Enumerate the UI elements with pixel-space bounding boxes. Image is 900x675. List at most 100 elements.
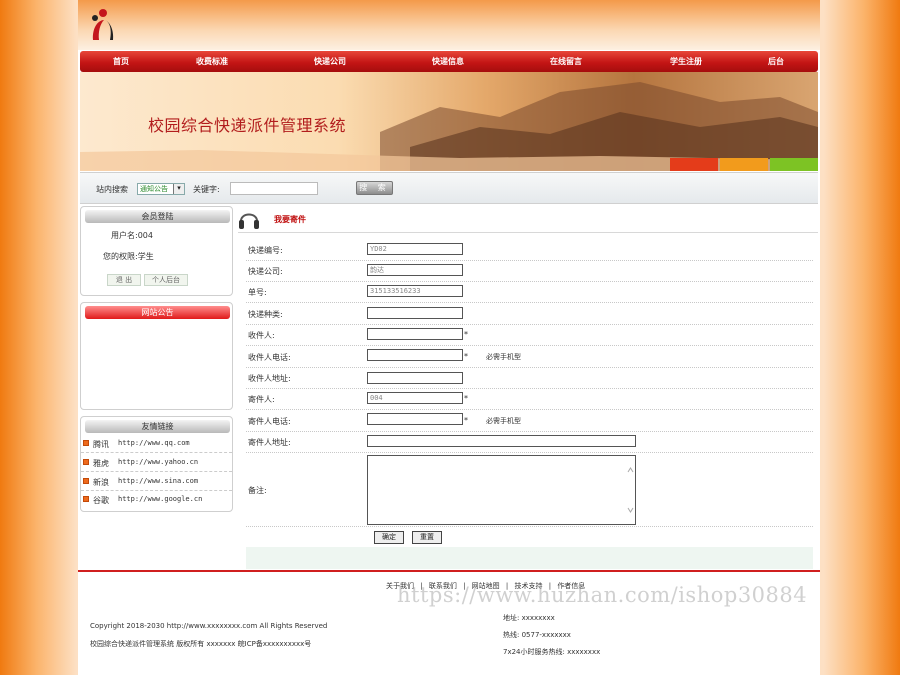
search-bar: 站内搜索 通知公告 ▾ 关键字: 搜 索 <box>80 172 818 204</box>
receiver-addr-input[interactable] <box>367 372 463 384</box>
receiver-phone-input[interactable] <box>367 349 463 361</box>
nav-companies[interactable]: 快递公司 <box>314 51 346 72</box>
scrollbar[interactable] <box>626 456 635 524</box>
express-type-input[interactable] <box>367 307 463 319</box>
company-input[interactable]: 韵达 <box>367 264 463 276</box>
top-header <box>78 0 820 50</box>
nav-fees[interactable]: 收费标准 <box>196 51 228 72</box>
remark-label: 备注: <box>248 486 267 495</box>
chevron-down-icon: ▾ <box>173 184 184 194</box>
scroll-arrows-icon <box>627 467 634 513</box>
login-panel-header: 会员登陆 <box>85 210 230 223</box>
required-mark: * <box>464 352 468 361</box>
bullet-icon <box>83 459 89 465</box>
watermark: https://www.huzhan.com/ishop30884 <box>397 583 808 607</box>
category-select[interactable]: 通知公告 ▾ <box>137 183 185 195</box>
phone-hint: 必需手机型 <box>486 353 521 361</box>
hotline-text: 热线: 0577-xxxxxxx <box>503 631 571 639</box>
form-row-sender-phone: 寄件人电话: * 必需手机型 <box>246 410 813 432</box>
express-no-label: 快递编号: <box>248 246 283 255</box>
service-hotline-text: 7x24小时服务热线: xxxxxxxx <box>503 648 601 656</box>
username-text: 用户名:004 <box>111 231 153 240</box>
banner: 校园综合快递派件管理系统 <box>80 72 818 171</box>
site-search-label: 站内搜索 <box>96 185 128 194</box>
express-type-label: 快递种类: <box>248 310 283 319</box>
nav-express-info[interactable]: 快递信息 <box>432 51 464 72</box>
page-container: 首页 收费标准 快递公司 快递信息 在线留言 学生注册 后台 校园综合快递派件管… <box>78 0 820 675</box>
required-mark: * <box>464 394 468 403</box>
receiver-label: 收件人: <box>248 331 275 340</box>
link-url[interactable]: http://www.sina.com <box>118 477 198 485</box>
headphones-icon <box>239 213 259 229</box>
divider <box>238 232 818 233</box>
copyright-text: Copyright 2018-2030 http://www.xxxxxxxx.… <box>90 622 328 630</box>
sender-phone-label: 寄件人电话: <box>248 417 291 426</box>
bullet-icon <box>83 478 89 484</box>
role-text: 您的权限:学生 <box>103 252 154 261</box>
logout-button[interactable]: 退 出 <box>107 274 141 286</box>
nav-message[interactable]: 在线留言 <box>550 51 582 72</box>
link-url[interactable]: http://www.yahoo.cn <box>118 458 198 466</box>
list-item[interactable]: 谷歌 http://www.google.cn <box>81 491 232 509</box>
form-row-receiver: 收件人: * <box>246 325 813 346</box>
system-title: 校园综合快递派件管理系统 <box>148 116 347 135</box>
form-row-sender-addr: 寄件人地址: <box>246 432 813 453</box>
address-text: 地址: xxxxxxxx <box>503 614 555 622</box>
notice-panel-header: 网站公告 <box>85 306 230 319</box>
sender-addr-input[interactable] <box>367 435 636 447</box>
page-title: 我要寄件 <box>274 215 306 224</box>
link-url[interactable]: http://www.google.cn <box>118 495 202 503</box>
form-row-remark: 备注: <box>246 453 813 527</box>
required-mark: * <box>464 330 468 339</box>
form-footer-strip <box>246 547 813 569</box>
form-row-company: 快递公司: 韵达 <box>246 261 813 282</box>
required-mark: * <box>464 416 468 425</box>
search-button[interactable]: 搜 索 <box>356 181 393 195</box>
bullet-icon <box>83 440 89 446</box>
nav-admin[interactable]: 后台 <box>768 51 784 72</box>
order-no-input[interactable]: 315133516233 <box>367 285 463 297</box>
logo-icon <box>92 9 114 40</box>
order-no-label: 单号: <box>248 288 267 297</box>
list-item[interactable]: 雅虎 http://www.yahoo.cn <box>81 454 232 472</box>
sender-phone-input[interactable] <box>367 413 463 425</box>
form-row-order-no: 单号: 315133516233 <box>246 282 813 303</box>
notice-panel: 网站公告 <box>80 302 233 410</box>
receiver-addr-label: 收件人地址: <box>248 374 291 383</box>
phone-hint: 必需手机型 <box>486 417 521 425</box>
company-label: 快递公司: <box>248 267 283 276</box>
sender-addr-label: 寄件人地址: <box>248 438 291 447</box>
receiver-input[interactable] <box>367 328 463 340</box>
remark-textarea[interactable] <box>367 455 636 525</box>
link-name[interactable]: 谷歌 <box>93 495 109 506</box>
reset-button[interactable]: 重置 <box>412 531 442 544</box>
links-panel: 友情链接 腾讯 http://www.qq.com 雅虎 http://www.… <box>80 416 233 512</box>
form-row-express-type: 快递种类: <box>246 303 813 325</box>
keyword-input[interactable] <box>230 182 318 195</box>
nav-register[interactable]: 学生注册 <box>670 51 702 72</box>
login-panel: 会员登陆 用户名:004 您的权限:学生 退 出 个人后台 <box>80 206 233 296</box>
list-item[interactable]: 腾讯 http://www.qq.com <box>81 435 232 453</box>
link-name[interactable]: 雅虎 <box>93 458 109 469</box>
receiver-phone-label: 收件人电话: <box>248 353 291 362</box>
personal-center-button[interactable]: 个人后台 <box>144 274 188 286</box>
nav-home[interactable]: 首页 <box>113 51 129 72</box>
form-row-receiver-addr: 收件人地址: <box>246 368 813 389</box>
link-name[interactable]: 腾讯 <box>93 439 109 450</box>
link-name[interactable]: 新浪 <box>93 477 109 488</box>
keyword-label: 关键字: <box>193 185 220 194</box>
form-row-express-no: 快递编号: YD02 <box>246 240 813 261</box>
submit-button[interactable]: 确定 <box>374 531 404 544</box>
links-panel-header: 友情链接 <box>85 420 230 433</box>
form-row-receiver-phone: 收件人电话: * 必需手机型 <box>246 346 813 368</box>
sender-input[interactable]: 004 <box>367 392 463 404</box>
link-url[interactable]: http://www.qq.com <box>118 439 190 447</box>
express-no-input[interactable]: YD02 <box>367 243 463 255</box>
main-nav: 首页 收费标准 快递公司 快递信息 在线留言 学生注册 后台 <box>80 51 818 72</box>
bullet-icon <box>83 496 89 502</box>
footer-divider <box>78 570 820 572</box>
list-item[interactable]: 新浪 http://www.sina.com <box>81 473 232 491</box>
rights-text: 校园综合快递派件管理系统 版权所有 xxxxxxx 皖ICP备xxxxxxxxx… <box>90 640 312 648</box>
form-row-sender: 寄件人: 004 * <box>246 389 813 410</box>
sender-label: 寄件人: <box>248 395 275 404</box>
